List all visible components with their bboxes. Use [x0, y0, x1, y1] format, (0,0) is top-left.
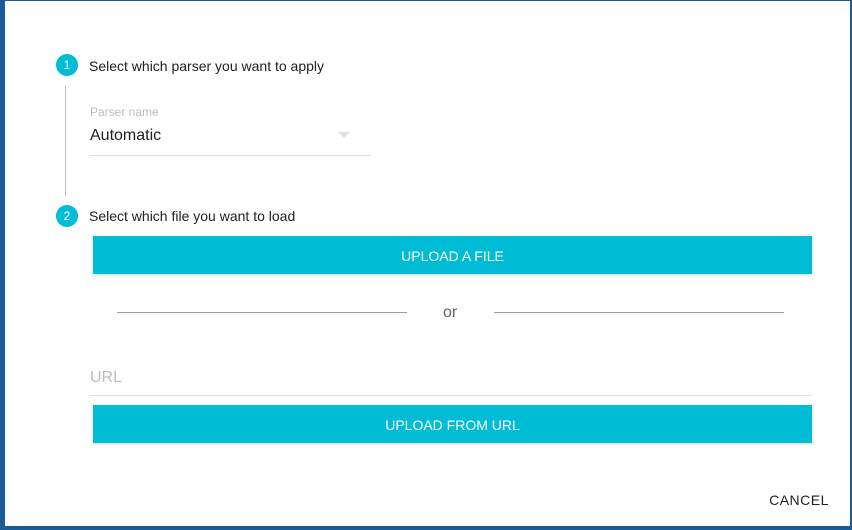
- parser-name-select[interactable]: Parser name Automatic: [90, 103, 371, 156]
- parser-name-value: Automatic: [90, 127, 162, 144]
- divider-left: [117, 312, 407, 313]
- cancel-button[interactable]: CANCEL: [757, 485, 841, 515]
- upload-from-url-button[interactable]: UPLOAD FROM URL: [93, 405, 812, 443]
- parser-name-label: Parser name: [90, 105, 159, 119]
- step-1-indicator: 1: [56, 54, 78, 76]
- dialog-frame: 1 Select which parser you want to apply …: [0, 0, 852, 530]
- step-2-label: Select which file you want to load: [89, 208, 296, 224]
- upload-file-button[interactable]: UPLOAD A FILE: [93, 236, 812, 274]
- step-2-indicator: 2: [56, 205, 78, 227]
- stepper-connector: [65, 86, 66, 196]
- or-separator: or: [443, 304, 458, 321]
- step-2-number: 2: [63, 209, 71, 223]
- step-1-label: Select which parser you want to apply: [89, 58, 325, 74]
- divider-right: [494, 312, 784, 313]
- dropdown-arrow-icon[interactable]: [338, 132, 350, 138]
- url-input[interactable]: [90, 361, 812, 396]
- step-1-number: 1: [63, 58, 71, 72]
